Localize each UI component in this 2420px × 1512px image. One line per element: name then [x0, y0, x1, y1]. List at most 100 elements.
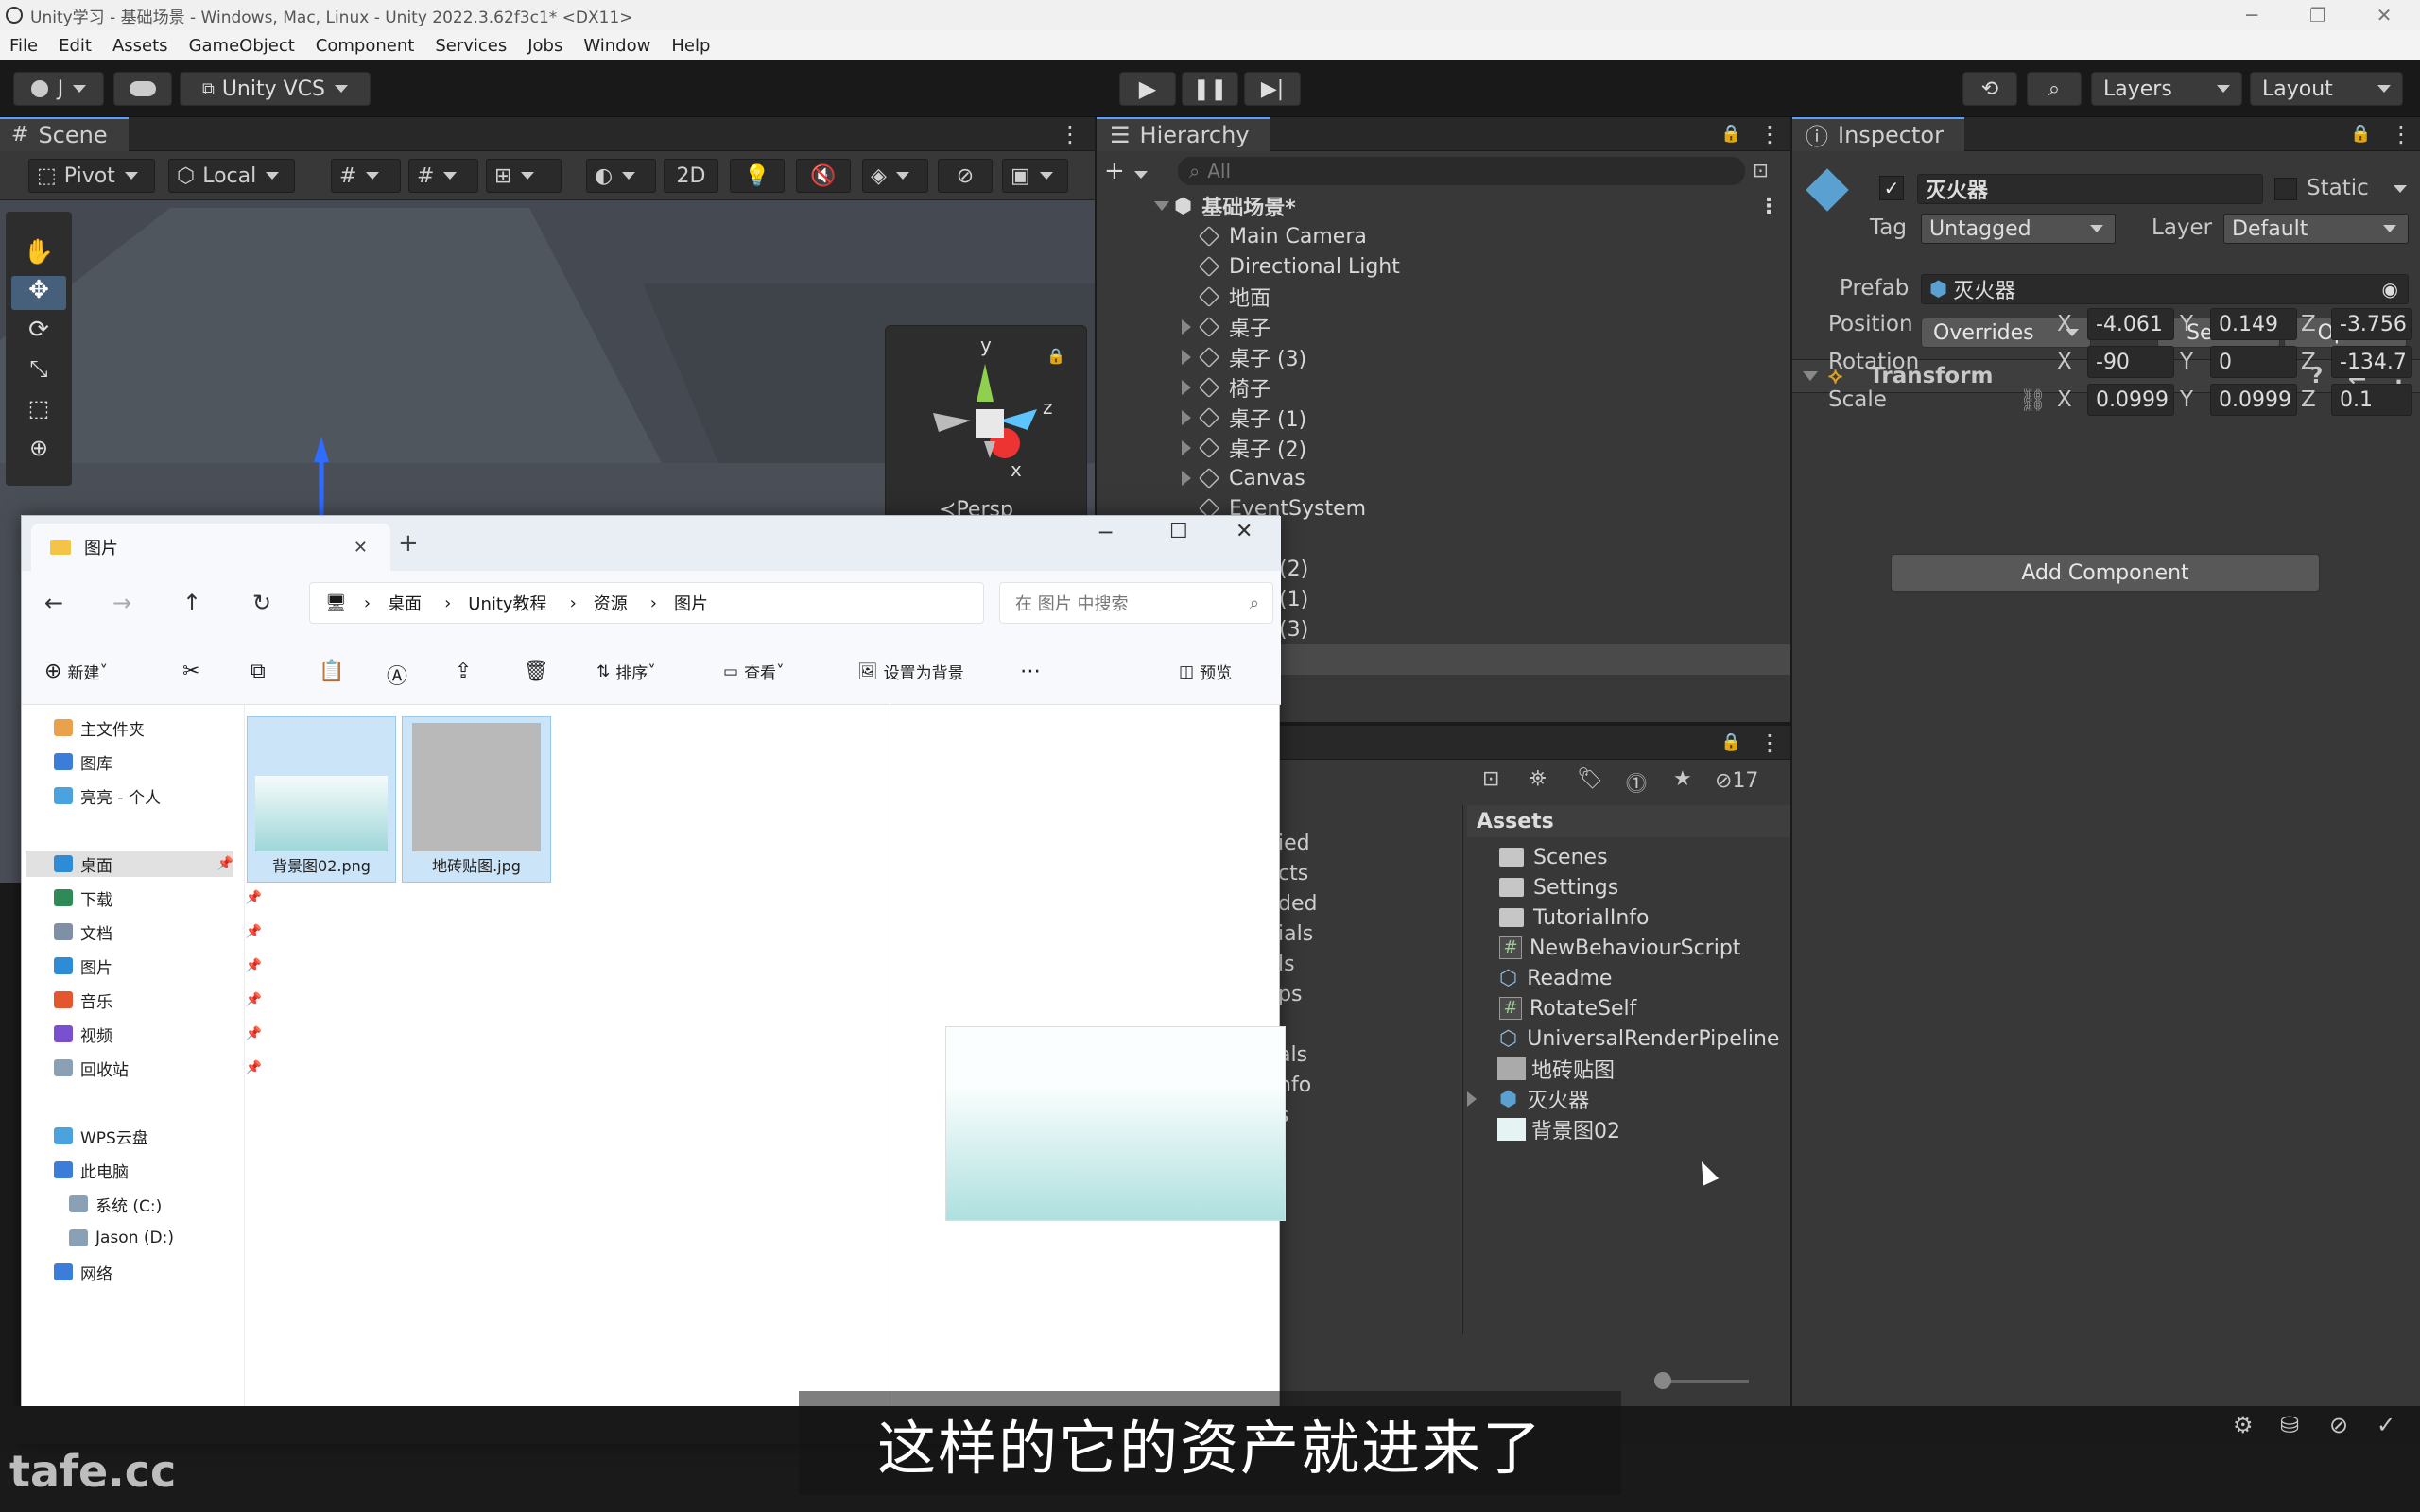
nav-item[interactable]: 下载 📌 [54, 885, 262, 911]
asset-item[interactable]: # RotateSelf [1495, 994, 1636, 1022]
asset-item[interactable]: 地砖贴图 [1495, 1055, 1615, 1083]
project-lock-icon[interactable]: 🔒 [1720, 732, 1741, 752]
more-icon[interactable]: ⋯ [1020, 660, 1041, 683]
increment-snap-toggle[interactable]: ⊞ [486, 159, 562, 193]
menu-help[interactable]: Help [671, 36, 710, 56]
nav-item[interactable]: 回收站 📌 [54, 1055, 262, 1081]
zoom-slider[interactable] [1654, 1372, 1749, 1389]
nav-item[interactable]: 系统 (C:) [69, 1191, 162, 1217]
cut-icon[interactable]: ✂ [182, 660, 199, 683]
expand-arrow-icon[interactable] [1182, 380, 1191, 395]
menu-component[interactable]: Component [316, 36, 415, 56]
debug-icon[interactable]: ⚙ [2233, 1412, 2254, 1438]
sort-button[interactable]: ⇅ 排序 ˅ [596, 660, 656, 684]
vcs-dropdown[interactable]: ⧉ Unity VCS [180, 72, 371, 106]
grid-toggle[interactable]: # [408, 159, 478, 193]
preview-button[interactable]: ◫ 预览 [1179, 660, 1232, 684]
scene-row-menu-icon[interactable]: ⋮ [1758, 195, 1779, 218]
expand-arrow-icon[interactable] [1154, 201, 1169, 211]
static-checkbox[interactable] [2274, 178, 2297, 200]
object-name-field[interactable]: 灭火器 [1917, 174, 2263, 204]
nav-item[interactable]: 文档 📌 [54, 919, 262, 945]
nav-item[interactable]: 图片 📌 [54, 953, 262, 979]
layer-dropdown[interactable]: Default [2223, 214, 2409, 244]
pin-icon[interactable]: 📌 [217, 856, 233, 871]
nav-item[interactable]: 图库 [54, 748, 112, 775]
expand-arrow-icon[interactable] [1182, 471, 1191, 486]
cloud-button[interactable] [113, 72, 172, 106]
hierarchy-item[interactable]: Main Camera [1097, 221, 1790, 251]
menu-file[interactable]: File [9, 36, 38, 56]
nav-item[interactable]: 亮亮 - 个人 [54, 782, 161, 809]
warning-icon[interactable]: ⓵ [1626, 767, 1647, 798]
transform-tool[interactable]: ⊕ [11, 435, 66, 469]
status-check-icon[interactable]: ✓ [2377, 1412, 2395, 1438]
favorite-star-icon[interactable]: ★ [1673, 767, 1692, 791]
grid-snap-toggle[interactable]: # [331, 159, 401, 193]
nav-item[interactable]: 此电脑 [54, 1157, 129, 1183]
menu-edit[interactable]: Edit [59, 36, 92, 56]
menu-assets[interactable]: Assets [112, 36, 168, 56]
lighting-toggle[interactable]: 💡 [730, 159, 785, 193]
collapse-arrow-icon[interactable] [1803, 371, 1818, 381]
asset-item[interactable]: Settings [1495, 873, 1618, 902]
project-tree-item[interactable]: ied [1278, 832, 1310, 855]
up-icon[interactable]: ↑ [182, 590, 201, 616]
search-by-type-icon[interactable]: ⊡ [1482, 767, 1499, 791]
delete-icon[interactable]: 🗑 [523, 660, 549, 683]
explorer-tab[interactable]: 图片 ✕ [31, 524, 390, 571]
prefab-field[interactable]: ⬢ 灭火器 ◉ [1921, 274, 2409, 304]
search-button[interactable]: ⌕ [2027, 72, 2082, 106]
active-checkbox[interactable]: ✓ [1879, 176, 1904, 200]
forward-icon[interactable]: → [112, 590, 131, 616]
copy-icon[interactable]: ⧉ [251, 660, 266, 683]
back-icon[interactable]: ← [44, 590, 63, 616]
asset-item[interactable]: 背景图02 [1495, 1115, 1620, 1143]
nav-item[interactable]: 音乐 📌 [54, 987, 262, 1013]
pivot-dropdown[interactable]: ⬚ Pivot [28, 159, 155, 193]
shading-dropdown[interactable]: ◐ [586, 159, 656, 193]
asset-item[interactable]: ⬡ UniversalRenderPipeline [1495, 1024, 1779, 1053]
rotation-x-field[interactable]: -90 [2087, 346, 2174, 378]
nav-item[interactable]: 桌面 📌 [26, 850, 233, 877]
orientation-gizmo[interactable]: 🔒 y z x ≺Persp [885, 325, 1087, 546]
expand-arrow-icon[interactable] [1182, 350, 1191, 365]
hierarchy-item[interactable]: 桌子 [1097, 312, 1790, 342]
local-dropdown[interactable]: ⬡ Local [168, 159, 295, 193]
breadcrumb[interactable]: 🖥 › 桌面 › Unity教程 › 资源 › 图片 [309, 582, 984, 624]
static-dropdown[interactable] [2394, 185, 2407, 193]
rect-tool[interactable]: ⬚ [11, 395, 66, 429]
file-item[interactable]: 地砖贴图.jpg [402, 716, 551, 883]
tab-scene[interactable]: # Scene [0, 117, 129, 151]
menu-services[interactable]: Services [435, 36, 507, 56]
camera-dropdown[interactable]: ▣ [1002, 159, 1068, 193]
project-menu-icon[interactable]: ⋮ [1758, 730, 1781, 756]
project-tree-item[interactable]: ials [1278, 922, 1313, 946]
asset-item[interactable]: TutorialInfo [1495, 903, 1650, 932]
effects-dropdown[interactable]: ◈ [862, 159, 928, 193]
hierarchy-item[interactable]: Canvas [1097, 463, 1790, 493]
zoom-slider-thumb[interactable] [1654, 1372, 1671, 1389]
close-button[interactable]: ✕ [2356, 0, 2412, 30]
tag-dropdown[interactable]: Untagged [1921, 214, 2116, 244]
add-component-button[interactable]: Add Component [1891, 554, 2320, 592]
rotation-z-field[interactable]: -134.7 [2331, 346, 2412, 378]
pause-button[interactable]: ❚❚ [1182, 72, 1238, 106]
expand-arrow-icon[interactable] [1182, 319, 1191, 335]
hierarchy-expand-icon[interactable]: ⊡ [1753, 159, 1769, 181]
hierarchy-item[interactable]: 桌子 (3) [1097, 342, 1790, 372]
layout-dropdown[interactable]: Layout [2250, 72, 2403, 106]
maximize-button[interactable]: ❐ [2290, 0, 2346, 30]
asset-item[interactable]: # NewBehaviourScript [1495, 934, 1740, 962]
move-tool[interactable]: ✥ [11, 276, 66, 310]
rotate-tool[interactable]: ⟳ [11, 316, 66, 350]
hierarchy-lock-icon[interactable]: 🔒 [1720, 124, 1741, 144]
menu-gameobject[interactable]: GameObject [189, 36, 295, 56]
account-button[interactable]: J [13, 72, 104, 106]
menu-jobs[interactable]: Jobs [527, 36, 562, 56]
scale-x-field[interactable]: 0.0999 [2087, 384, 2174, 416]
hierarchy-item[interactable]: 桌子 (1) [1097, 403, 1790, 433]
new-button[interactable]: ⊕ 新建 ˅ [44, 660, 108, 683]
scale-z-field[interactable]: 0.1 [2331, 384, 2412, 416]
position-z-field[interactable]: -3.756 [2331, 308, 2412, 340]
